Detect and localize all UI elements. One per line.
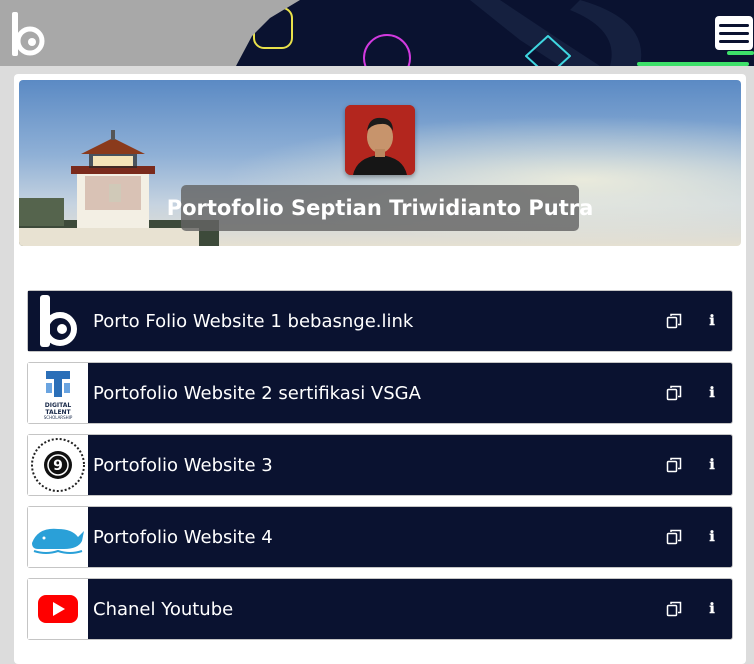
info-icon[interactable]: ℹ <box>700 525 724 549</box>
digital-talent-logo-icon: DIGITAL TALENT SCHOLARSHIP <box>28 363 88 423</box>
copy-icon[interactable] <box>662 381 686 405</box>
accent-line <box>637 62 749 66</box>
link-label: Portofolio Website 3 <box>93 454 273 476</box>
svg-text:9: 9 <box>53 458 63 474</box>
info-icon[interactable]: ℹ <box>700 453 724 477</box>
svg-text:DIGITAL: DIGITAL <box>45 402 72 409</box>
link-label: Portofolio Website 2 sertifikasi VSGA <box>93 382 421 404</box>
link-label: Chanel Youtube <box>93 598 234 620</box>
profile-card: Portofolio Septian Triwidianto Putra Por… <box>14 74 746 664</box>
link-label: Portofolio Website 4 <box>93 526 273 548</box>
info-icon[interactable]: ℹ <box>700 381 724 405</box>
profile-photo <box>345 105 415 175</box>
menu-bar <box>719 39 749 43</box>
youtube-icon <box>28 579 88 639</box>
link-list: Porto Folio Website 1 bebasnge.link ℹ DI… <box>27 290 733 650</box>
link-thumbnail <box>28 291 88 351</box>
list-item[interactable]: DIGITAL TALENT SCHOLARSHIP Portofolio We… <box>27 362 733 424</box>
copy-icon[interactable] <box>662 597 686 621</box>
link-thumbnail <box>28 579 88 639</box>
info-icon[interactable]: ℹ <box>700 309 724 333</box>
list-item[interactable]: Porto Folio Website 1 bebasnge.link ℹ <box>27 290 733 352</box>
list-item[interactable]: Chanel Youtube ℹ <box>27 578 733 640</box>
avatar <box>345 105 415 175</box>
whale-logo-icon <box>28 507 88 567</box>
dicoding-academy-logo-icon: 9 <box>28 435 88 495</box>
top-header <box>0 0 754 66</box>
info-icon[interactable]: ℹ <box>700 597 724 621</box>
copy-icon[interactable] <box>662 525 686 549</box>
menu-bar <box>719 31 749 35</box>
hamburger-menu-button[interactable] <box>715 16 753 50</box>
copy-icon[interactable] <box>662 453 686 477</box>
copy-icon[interactable] <box>662 309 686 333</box>
svg-text:SCHOLARSHIP: SCHOLARSHIP <box>44 415 73 420</box>
page-title: Portofolio Septian Triwidianto Putra <box>167 185 593 231</box>
link-label: Porto Folio Website 1 bebasnge.link <box>93 310 414 332</box>
list-item[interactable]: Portofolio Website 4 ℹ <box>27 506 733 568</box>
bebasnge-logo-icon[interactable] <box>10 12 46 56</box>
link-thumbnail: DIGITAL TALENT SCHOLARSHIP <box>28 363 88 423</box>
menu-bar <box>719 23 749 27</box>
profile-banner: Portofolio Septian Triwidianto Putra <box>19 80 741 246</box>
bebasnge-logo-icon <box>28 291 88 351</box>
link-thumbnail: 9 <box>28 435 88 495</box>
list-item[interactable]: 9 Portofolio Website 3 ℹ <box>27 434 733 496</box>
accent-line-short <box>727 51 754 55</box>
link-thumbnail <box>28 507 88 567</box>
